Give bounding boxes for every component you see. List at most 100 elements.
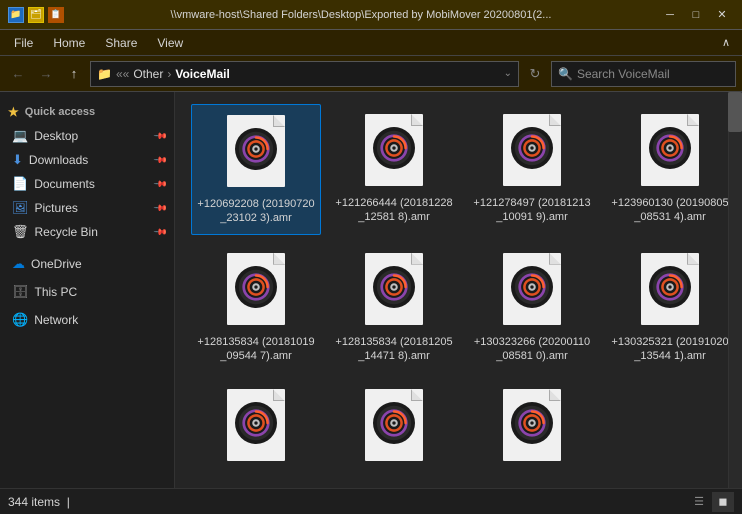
content-area: +120692208 (20190720_23102 3).amr +12126… <box>175 92 742 488</box>
file-item[interactable]: +123960130 (20190805_08531 4).amr <box>605 104 735 235</box>
pin-icon-documents: 📌 <box>153 176 169 192</box>
menu-view[interactable]: View <box>147 32 193 54</box>
file-item[interactable]: +121266444 (20181228_12581 8).amr <box>329 104 459 235</box>
status-separator: | <box>67 495 70 509</box>
sidebar-network-label: Network <box>34 313 78 327</box>
list-view-button[interactable]: ☰ <box>688 492 710 512</box>
file-icon <box>635 251 705 331</box>
sidebar-item-desktop[interactable]: 💻 Desktop 📌 <box>0 124 174 148</box>
file-icon <box>359 387 429 467</box>
view-options: ☰ ◼ <box>688 492 734 512</box>
main-layout: ★ Quick access 💻 Desktop 📌 ⬇ Downloads 📌… <box>0 92 742 488</box>
onedrive-icon: ☁ <box>12 256 25 272</box>
sidebar-item-network[interactable]: 🌐 Network <box>0 308 174 332</box>
file-icon <box>221 387 291 467</box>
close-button[interactable]: ✕ <box>710 4 734 26</box>
file-manager-icon: 📁 <box>8 7 24 23</box>
file-grid: +120692208 (20190720_23102 3).amr +12126… <box>175 92 742 488</box>
menu-home[interactable]: Home <box>43 32 95 54</box>
sidebar-recycle-label: Recycle Bin <box>35 225 98 239</box>
maximize-button[interactable]: □ <box>684 4 708 26</box>
status-count: 344 items | <box>8 495 680 509</box>
file-name: +121266444 (20181228_12581 8).amr <box>334 196 454 225</box>
breadcrumb-separator: «« <box>116 67 129 81</box>
file-icon <box>497 251 567 331</box>
address-path: «« Other › VoiceMail <box>116 67 230 81</box>
file-name: +120692208 (20190720_23102 3).amr <box>196 197 316 226</box>
address-box[interactable]: 📁 «« Other › VoiceMail ⌄ <box>90 61 519 87</box>
menu-file[interactable]: File <box>4 32 43 54</box>
back-button[interactable]: ← <box>6 62 30 86</box>
sidebar-item-downloads[interactable]: ⬇ Downloads 📌 <box>0 148 174 172</box>
path-sep: › <box>167 67 171 81</box>
sidebar-desktop-label: Desktop <box>34 129 78 143</box>
refresh-button[interactable]: ↻ <box>523 62 547 86</box>
sidebar-pictures-label: Pictures <box>35 201 78 215</box>
pin-icon-recycle: 📌 <box>153 224 169 240</box>
file-icon <box>497 387 567 467</box>
sidebar-onedrive-label: OneDrive <box>31 257 82 271</box>
this-pc-icon: 🗄 <box>12 284 29 300</box>
item-count: 344 items <box>8 495 60 509</box>
file-icon <box>359 112 429 192</box>
file-icon <box>635 112 705 192</box>
network-icon: 🌐 <box>12 312 28 328</box>
file-name: +130325321 (20191020_13544 1).amr <box>610 335 730 364</box>
file-icon <box>221 113 291 193</box>
folder-icon: 📁 <box>97 67 112 81</box>
file-item[interactable]: +130323266 (20200110_08581 0).amr <box>467 243 597 372</box>
sidebar-item-this-pc[interactable]: 🗄 This PC <box>0 280 174 304</box>
recycle-bin-icon: 🗑 <box>12 224 29 240</box>
forward-button[interactable]: → <box>34 62 58 86</box>
file-name: +123960130 (20190805_08531 4).amr <box>610 196 730 225</box>
file-name: +128135834 (20181205_14471 8).amr <box>334 335 454 364</box>
scrollbar-thumb[interactable] <box>728 92 742 132</box>
title-icon-orange: 📋 <box>48 7 64 23</box>
star-icon: ★ <box>8 105 19 119</box>
file-icon <box>359 251 429 331</box>
menu-bar: File Home Share View ∧ <box>0 30 742 56</box>
sidebar-item-onedrive[interactable]: ☁ OneDrive <box>0 252 174 276</box>
sidebar-item-documents[interactable]: 📄 Documents 📌 <box>0 172 174 196</box>
file-item[interactable] <box>467 379 597 488</box>
title-icon-yellow: 🗂 <box>28 7 44 23</box>
search-placeholder: Search VoiceMail <box>577 67 670 81</box>
desktop-icon: 💻 <box>12 128 28 144</box>
menu-expand[interactable]: ∧ <box>714 34 738 51</box>
documents-icon: 📄 <box>12 176 28 192</box>
file-item[interactable]: +128135834 (20181019_09544 7).amr <box>191 243 321 372</box>
sidebar-this-pc-label: This PC <box>35 285 78 299</box>
file-name: +128135834 (20181019_09544 7).amr <box>196 335 316 364</box>
pin-icon-pictures: 📌 <box>153 200 169 216</box>
sidebar-documents-label: Documents <box>34 177 95 191</box>
file-name: +121278497 (20181213_10091 9).amr <box>472 196 592 225</box>
breadcrumb-voicemail[interactable]: VoiceMail <box>175 67 229 81</box>
downloads-icon: ⬇ <box>12 152 23 168</box>
sidebar: ★ Quick access 💻 Desktop 📌 ⬇ Downloads 📌… <box>0 92 175 488</box>
file-item[interactable]: +120692208 (20190720_23102 3).amr <box>191 104 321 235</box>
minimize-button[interactable]: ─ <box>658 4 682 26</box>
up-button[interactable]: ↑ <box>62 62 86 86</box>
sidebar-quick-access[interactable]: ★ Quick access <box>0 100 174 124</box>
search-icon: 🔍 <box>558 67 573 81</box>
title-bar: 📁 🗂 📋 \\vmware-host\Shared Folders\Deskt… <box>0 0 742 30</box>
file-icon <box>221 251 291 331</box>
file-item[interactable]: +128135834 (20181205_14471 8).amr <box>329 243 459 372</box>
file-item[interactable]: +121278497 (20181213_10091 9).amr <box>467 104 597 235</box>
title-text: \\vmware-host\Shared Folders\Desktop\Exp… <box>70 9 652 21</box>
breadcrumb-other[interactable]: Other <box>133 67 163 81</box>
scrollbar-vertical[interactable] <box>728 92 742 488</box>
search-box[interactable]: 🔍 Search VoiceMail <box>551 61 736 87</box>
file-item[interactable] <box>191 379 321 488</box>
pictures-icon: 🖼 <box>12 200 29 216</box>
grid-view-button[interactable]: ◼ <box>712 492 734 512</box>
status-bar: 344 items | ☰ ◼ <box>0 488 742 514</box>
file-item[interactable] <box>329 379 459 488</box>
menu-share[interactable]: Share <box>95 32 147 54</box>
file-name: +130323266 (20200110_08581 0).amr <box>472 335 592 364</box>
file-item[interactable]: +130325321 (20191020_13544 1).amr <box>605 243 735 372</box>
address-dropdown-icon[interactable]: ⌄ <box>504 68 512 79</box>
sidebar-item-pictures[interactable]: 🖼 Pictures 📌 <box>0 196 174 220</box>
sidebar-item-recycle-bin[interactable]: 🗑 Recycle Bin 📌 <box>0 220 174 244</box>
title-controls: ─ □ ✕ <box>658 4 734 26</box>
